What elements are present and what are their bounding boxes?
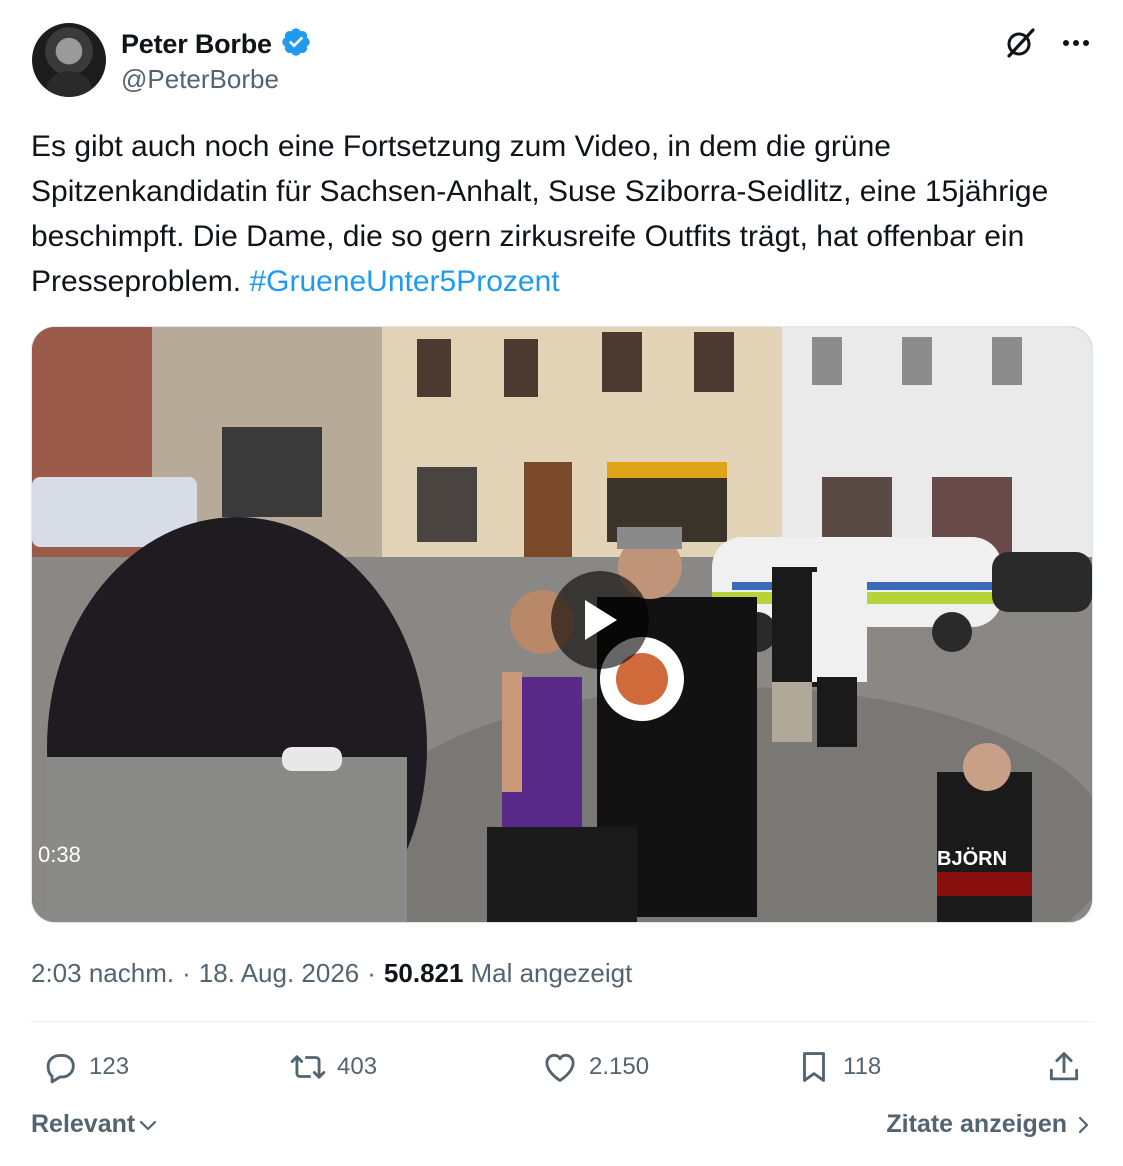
- video-duration: 0:38: [38, 842, 81, 867]
- like-icon: [545, 1053, 575, 1082]
- avatar[interactable]: [32, 23, 106, 97]
- chevron-right-icon: [1078, 1116, 1089, 1133]
- grok-icon[interactable]: [1003, 26, 1037, 60]
- retweet-icon: [290, 1055, 326, 1079]
- divider: [31, 1021, 1093, 1022]
- verified-badge-icon: [280, 26, 312, 63]
- author-handle[interactable]: @PeterBorbe: [121, 64, 279, 95]
- author-name-row: Peter Borbe: [121, 26, 312, 63]
- tweet-actions: 123 403 2.150 118: [31, 1048, 1093, 1092]
- bookmark-icon: [803, 1052, 825, 1082]
- share-button[interactable]: [1045, 1048, 1083, 1086]
- play-icon: [585, 600, 617, 640]
- tweet-date[interactable]: 18. Aug. 2026: [199, 958, 359, 989]
- sort-dropdown[interactable]: Relevant: [31, 1110, 159, 1139]
- share-icon: [1049, 1052, 1079, 1081]
- bookmark-button[interactable]: 118: [795, 1048, 881, 1086]
- more-icon[interactable]: [1059, 26, 1093, 60]
- sort-label: Relevant: [31, 1110, 136, 1138]
- meta-separator: ·: [367, 958, 376, 988]
- view-quotes-link[interactable]: Zitate anzeigen: [886, 1110, 1093, 1139]
- quotes-label: Zitate anzeigen: [886, 1110, 1067, 1138]
- video-player[interactable]: BJÖRN: [31, 326, 1093, 923]
- bookmark-count: 118: [843, 1053, 882, 1080]
- view-count: 50.821: [383, 958, 464, 988]
- tweet-time[interactable]: 2:03 nachm.: [31, 958, 174, 989]
- view-count-label: Mal angezeigt: [470, 958, 633, 988]
- meta-separator: ·: [182, 958, 191, 988]
- retweet-count: 403: [337, 1053, 378, 1080]
- play-button[interactable]: [551, 571, 649, 669]
- retweet-button[interactable]: 403: [289, 1048, 377, 1086]
- like-count: 2.150: [589, 1053, 650, 1080]
- tweet-top-actions: [1003, 26, 1093, 60]
- video-watermark: BJÖRN: [937, 847, 1007, 870]
- like-button[interactable]: 2.150: [541, 1048, 649, 1086]
- replies-footer: Relevant Zitate anzeigen: [31, 1110, 1093, 1139]
- reply-count: 123: [89, 1053, 130, 1080]
- chevron-down-icon: [140, 1120, 157, 1130]
- reply-button[interactable]: 123: [41, 1048, 129, 1086]
- tweet-text: Es gibt auch noch eine Fortsetzung zum V…: [31, 124, 1096, 304]
- reply-icon: [46, 1054, 75, 1084]
- author-display-name[interactable]: Peter Borbe: [121, 29, 272, 60]
- hashtag-link[interactable]: #GrueneUnter5Prozent: [249, 265, 559, 298]
- tweet-meta: 2:03 nachm. · 18. Aug. 2026 · 50.821 Mal…: [31, 958, 632, 989]
